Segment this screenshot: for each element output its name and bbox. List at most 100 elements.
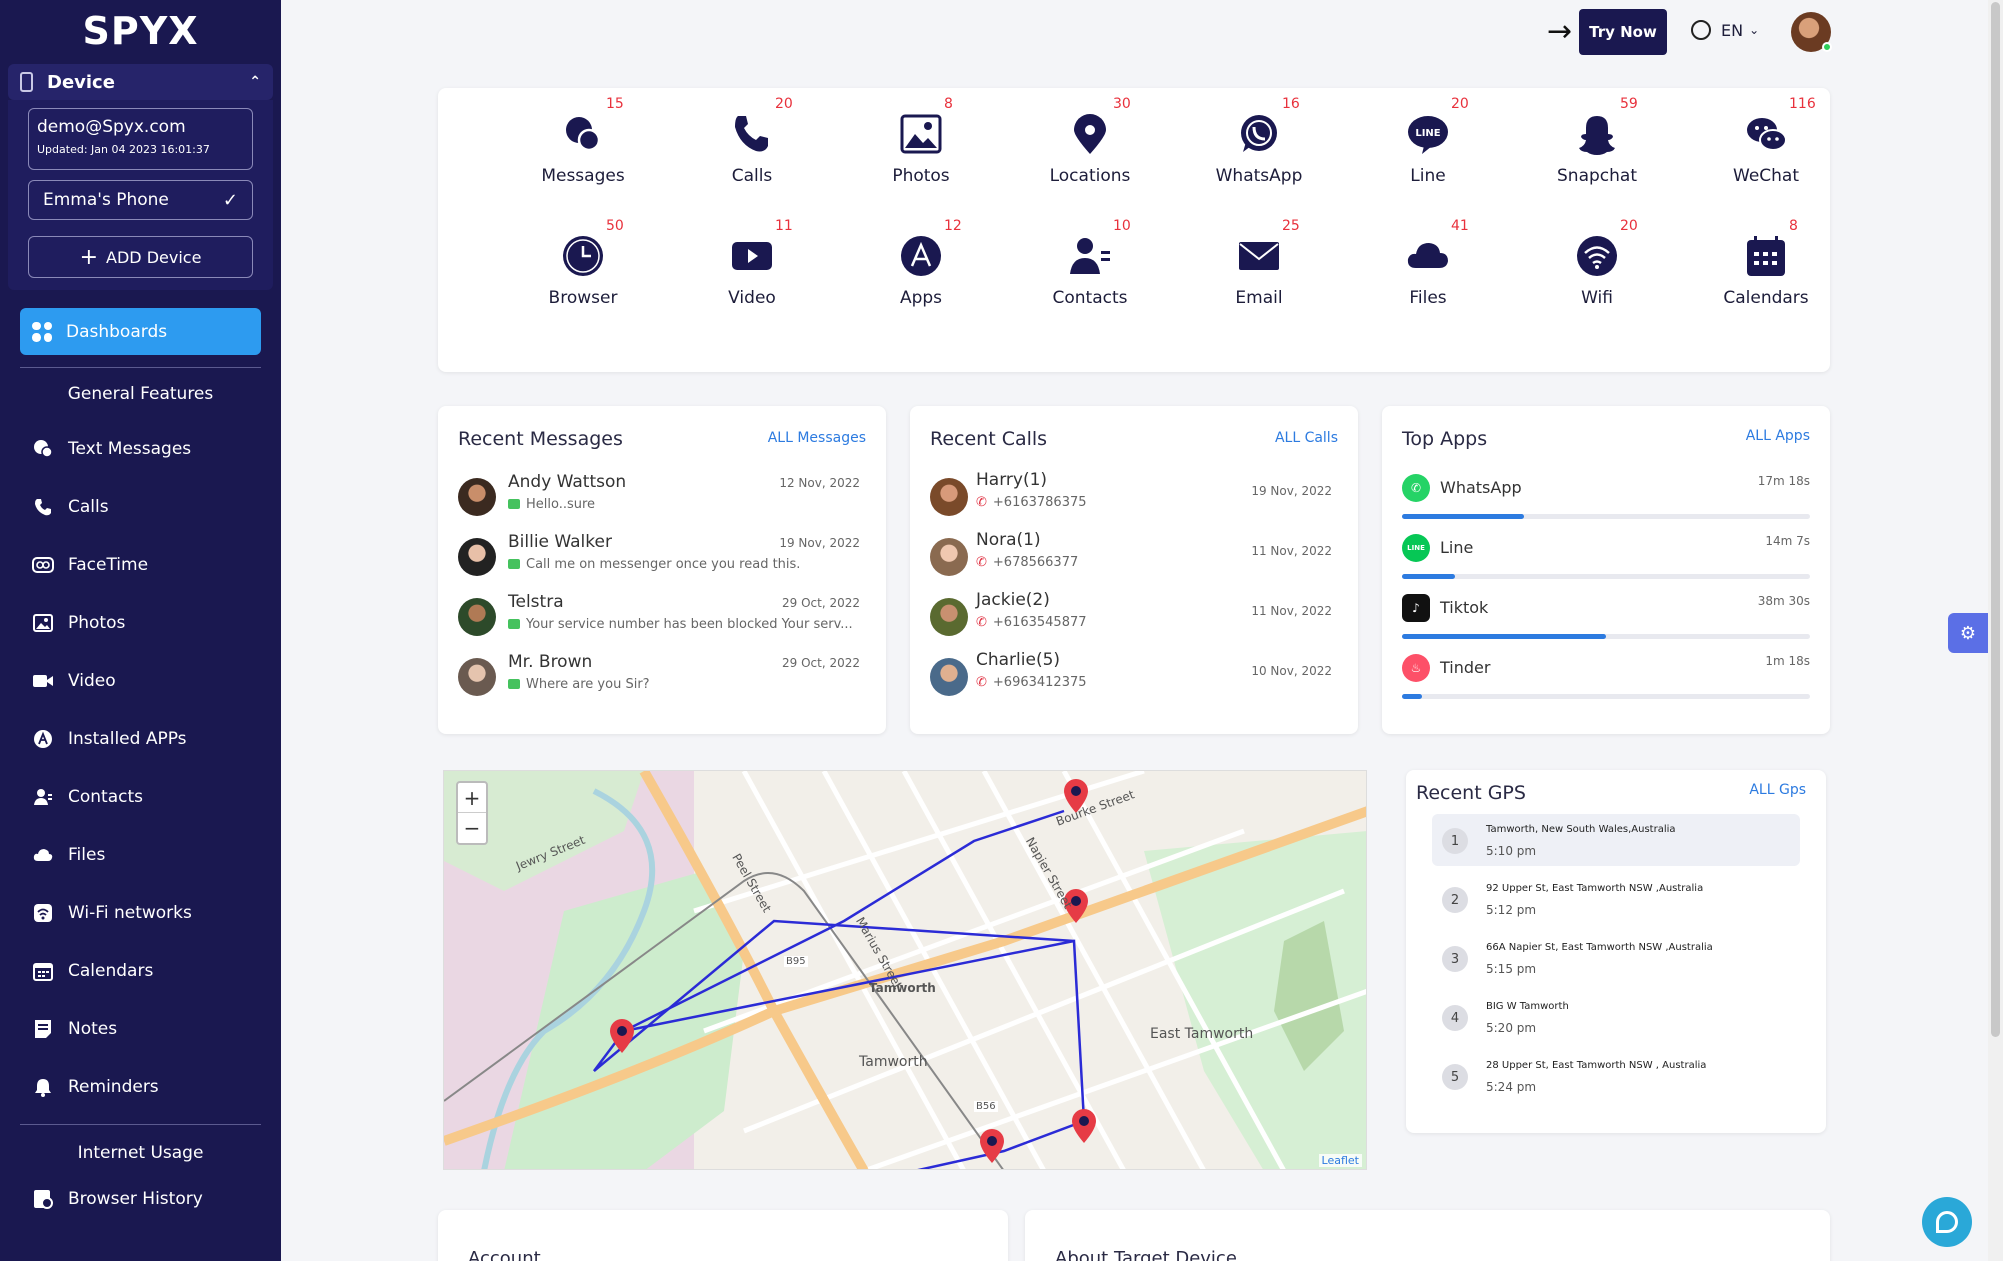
list-item[interactable]: Billie Walker 19 Nov, 2022 Call me on me… (458, 532, 866, 588)
sidebar-item-photos[interactable]: Photos (0, 594, 281, 652)
zoom-in-button[interactable]: + (458, 783, 486, 813)
gps-list-item[interactable]: 5 28 Upper St, East Tamworth NSW , Austr… (1432, 1050, 1800, 1102)
scrollbar-thumb[interactable] (1991, 2, 2000, 1037)
feature-count: 20 (775, 96, 793, 112)
sidebar-item-browser-history[interactable]: Browser History (0, 1179, 281, 1219)
zoom-out-button[interactable]: − (458, 813, 486, 843)
feature-count: 25 (1282, 218, 1300, 234)
message-preview: Where are you Sir? (508, 677, 858, 692)
message-date: 29 Oct, 2022 (782, 596, 860, 610)
app-usage-row[interactable]: ✆ WhatsApp 17m 18s (1402, 474, 1810, 532)
all-messages-link[interactable]: ALL Messages (768, 430, 866, 446)
try-now-button[interactable]: Try Now (1579, 9, 1667, 55)
globe-icon (1691, 20, 1711, 40)
feature-locations[interactable]: 30 Locations (1005, 94, 1175, 194)
gps-index: 2 (1442, 887, 1468, 913)
feature-wifi[interactable]: 20 Wifi (1512, 216, 1682, 316)
all-calls-link[interactable]: ALL Calls (1275, 430, 1338, 446)
list-item[interactable]: Mr. Brown 29 Oct, 2022 Where are you Sir… (458, 652, 866, 708)
feature-count: 8 (1789, 218, 1798, 234)
feature-calls[interactable]: 20 Calls (667, 94, 837, 194)
app-time: 14m 7s (1765, 534, 1810, 548)
sidebar-item-calendars[interactable]: Calendars (0, 942, 281, 1000)
app-usage-row[interactable]: ♨ Tinder 1m 18s (1402, 654, 1810, 712)
settings-gear-button[interactable]: ⚙ (1948, 613, 1988, 653)
sidebar-item-contacts[interactable]: Contacts (0, 768, 281, 826)
messages-icon (561, 112, 605, 156)
map-attribution-link[interactable]: Leaflet (1318, 1154, 1362, 1167)
contacts-icon (32, 786, 54, 808)
sidebar-item-wifi-networks[interactable]: Wi-Fi networks (0, 884, 281, 942)
account-card: demo@Spyx.com Updated: Jan 04 2023 16:01… (28, 108, 253, 170)
sidebar-item-calls[interactable]: Calls (0, 478, 281, 536)
feature-line[interactable]: 20 LINE Line (1343, 94, 1513, 194)
list-item[interactable]: Andy Wattson 12 Nov, 2022 Hello..sure (458, 472, 866, 528)
feature-contacts[interactable]: 10 Contacts (1005, 216, 1175, 316)
feature-calendars[interactable]: 8 Calendars (1681, 216, 1851, 316)
missed-call-icon: ✆ (976, 495, 987, 510)
add-device-button[interactable]: + ADD Device (28, 236, 253, 278)
app-usage-row[interactable]: ♪ Tiktok 38m 30s (1402, 594, 1810, 652)
list-item[interactable]: Jackie(2) ✆ +6163545877 11 Nov, 2022 (930, 590, 1338, 646)
feature-label: Photos (892, 166, 950, 186)
contacts-icon (1068, 234, 1112, 278)
all-apps-link[interactable]: ALL Apps (1746, 428, 1810, 444)
list-item[interactable]: Nora(1) ✆ +678566377 11 Nov, 2022 (930, 530, 1338, 586)
feature-video[interactable]: 11 Video (667, 216, 837, 316)
messages-icon (32, 438, 54, 460)
feature-apps[interactable]: 12 Apps (836, 216, 1006, 316)
gps-index: 4 (1442, 1005, 1468, 1031)
gps-list-item[interactable]: 3 66A Napier St, East Tamworth NSW ,Aust… (1432, 932, 1800, 984)
usage-bar-fill (1402, 574, 1456, 579)
all-gps-link[interactable]: ALL Gps (1749, 782, 1806, 798)
gps-index: 3 (1442, 946, 1468, 972)
sidebar-item-video[interactable]: Video (0, 652, 281, 710)
feature-label: Apps (899, 288, 943, 308)
device-section-toggle[interactable]: Device ⌃ (8, 64, 273, 100)
feature-email[interactable]: 25 Email (1174, 216, 1344, 316)
gps-list-item[interactable]: 1 Tamworth, New South Wales,Australia 5:… (1432, 814, 1800, 866)
chevron-up-icon: ⌃ (249, 74, 261, 90)
sidebar-item-label: Wi-Fi networks (68, 903, 192, 923)
feature-wechat[interactable]: 116 WeChat (1681, 94, 1851, 194)
gps-list-item[interactable]: 2 92 Upper St, East Tamworth NSW ,Austra… (1432, 873, 1800, 925)
feature-label: Wifi (1581, 288, 1613, 308)
list-item[interactable]: Harry(1) ✆ +6163786375 19 Nov, 2022 (930, 470, 1338, 526)
feature-messages[interactable]: 15 Messages (498, 94, 668, 194)
user-avatar[interactable] (1791, 12, 1832, 52)
device-panel: demo@Spyx.com Updated: Jan 04 2023 16:01… (8, 100, 273, 290)
line-app-icon: LINE (1402, 534, 1430, 562)
card-title: Account (468, 1248, 541, 1261)
feature-files[interactable]: 41 Files (1343, 216, 1513, 316)
app-time: 38m 30s (1757, 594, 1810, 608)
list-item[interactable]: Charlie(5) ✆ +6963412375 10 Nov, 2022 (930, 650, 1338, 706)
sidebar-item-reminders[interactable]: Reminders (0, 1058, 281, 1116)
caller-name: Jackie(2) (976, 590, 1050, 610)
sidebar-item-facetime[interactable]: FaceTime (0, 536, 281, 594)
gps-time: 5:12 pm (1486, 903, 1537, 917)
list-item[interactable]: Telstra 29 Oct, 2022 Your service number… (458, 592, 866, 648)
sidebar-item-installed-apps[interactable]: Installed APPs (0, 710, 281, 768)
gps-list-item[interactable]: 4 BIG W Tamworth 5:20 pm (1432, 991, 1800, 1043)
arrow-right-icon: → (1547, 14, 1573, 49)
spyx-logo[interactable]: SPYX (0, 0, 281, 62)
language-selector[interactable]: EN ⌄ (1691, 20, 1759, 40)
gps-map[interactable]: Jewry Street Peel Street Tamworth Tamwor… (443, 770, 1367, 1170)
live-chat-button[interactable] (1922, 1197, 1972, 1247)
sidebar-item-files[interactable]: Files (0, 826, 281, 884)
device-selector[interactable]: Emma's Phone ✓ (28, 180, 253, 220)
sidebar-item-notes[interactable]: Notes (0, 1000, 281, 1058)
page-scrollbar[interactable] (1988, 0, 2003, 1261)
feature-browser[interactable]: 50 Browser (498, 216, 668, 316)
sidebar-item-label: Reminders (68, 1077, 159, 1097)
feature-whatsapp[interactable]: 16 WhatsApp (1174, 94, 1344, 194)
app-time: 1m 18s (1765, 654, 1810, 668)
sidebar-item-dashboards[interactable]: Dashboards (20, 308, 261, 355)
feature-snapchat[interactable]: 59 Snapchat (1512, 94, 1682, 194)
feature-photos[interactable]: 8 Photos (836, 94, 1006, 194)
feature-label: WhatsApp (1215, 166, 1303, 186)
sidebar-item-text-messages[interactable]: Text Messages (0, 420, 281, 478)
browser-history-icon (32, 1188, 54, 1210)
avatar (458, 538, 496, 576)
app-usage-row[interactable]: LINE Line 14m 7s (1402, 534, 1810, 592)
